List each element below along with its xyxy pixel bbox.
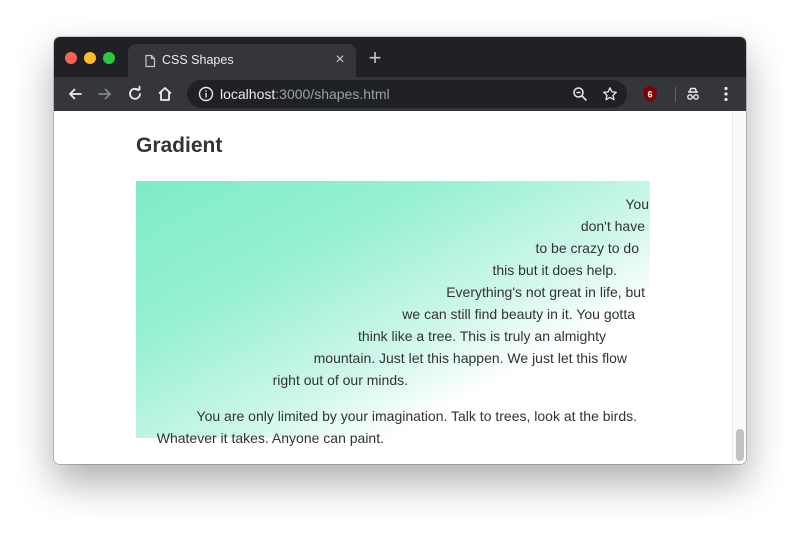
extension-badge-count: 6 bbox=[647, 90, 652, 100]
zoom-out-icon[interactable] bbox=[572, 86, 588, 102]
shaped-text-line: don't have bbox=[580, 218, 645, 234]
shaped-text-line: You bbox=[625, 196, 649, 212]
reload-icon[interactable] bbox=[126, 85, 144, 103]
paragraph-line: You are only limited by your imagination… bbox=[196, 408, 637, 424]
scrollbar-thumb[interactable] bbox=[736, 429, 744, 461]
toolbar: localhost:3000/shapes.html 6 bbox=[54, 77, 746, 111]
back-arrow-icon[interactable] bbox=[66, 85, 84, 103]
toolbar-divider bbox=[675, 87, 676, 102]
shaped-text-line: Everything's not great in life, but bbox=[446, 284, 645, 300]
menu-kebab-icon[interactable] bbox=[717, 85, 735, 103]
shaped-text-line: mountain. Just let this happen. We just … bbox=[313, 350, 627, 366]
shaped-text-line: we can still find beauty in it. You gott… bbox=[402, 306, 635, 322]
tab-css-shapes[interactable]: CSS Shapes × bbox=[128, 44, 356, 77]
shaped-text-line: think like a tree. This is truly an almi… bbox=[358, 328, 606, 344]
shaped-text-line: to be crazy to do bbox=[535, 240, 639, 256]
url-host: localhost bbox=[220, 86, 276, 102]
forward-arrow-icon[interactable] bbox=[96, 85, 114, 103]
tab-title: CSS Shapes bbox=[162, 53, 234, 67]
new-tab-icon[interactable]: + bbox=[367, 47, 383, 69]
url-text[interactable]: localhost:3000/shapes.html bbox=[220, 86, 390, 102]
browser-window: CSS Shapes × + localhost:3000/shapes.htm… bbox=[54, 37, 746, 464]
info-icon[interactable] bbox=[198, 86, 214, 102]
ublock-shield-icon[interactable]: 6 bbox=[642, 85, 658, 103]
tab-close-icon[interactable]: × bbox=[332, 52, 348, 68]
incognito-icon[interactable] bbox=[684, 85, 702, 103]
page-viewport[interactable]: Gradient You don't have to be crazy to d… bbox=[54, 111, 746, 464]
paragraph-line: Whatever it takes. Anyone can paint. bbox=[156, 430, 384, 446]
bookmark-star-icon[interactable] bbox=[602, 86, 618, 102]
url-path: :3000/shapes.html bbox=[275, 86, 390, 102]
close-window-button[interactable] bbox=[65, 52, 77, 64]
home-icon[interactable] bbox=[156, 85, 174, 103]
page-heading: Gradient bbox=[136, 134, 223, 157]
page-icon bbox=[143, 54, 157, 68]
zoom-window-button[interactable] bbox=[103, 52, 115, 64]
shaped-text-line: this but it does help. bbox=[492, 262, 617, 278]
shaped-text-line: right out of our minds. bbox=[272, 372, 408, 388]
vertical-scrollbar[interactable] bbox=[732, 111, 746, 464]
minimize-window-button[interactable] bbox=[84, 52, 96, 64]
address-bar[interactable]: localhost:3000/shapes.html bbox=[187, 80, 627, 108]
tab-strip: CSS Shapes × + bbox=[54, 37, 746, 77]
